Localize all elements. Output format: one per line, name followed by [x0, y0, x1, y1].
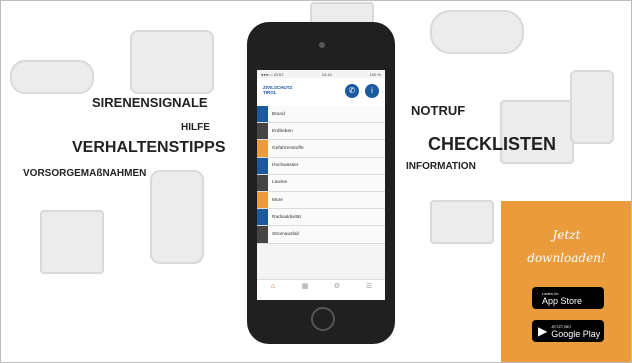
menu-item-label: Hochwasser — [272, 163, 299, 169]
menu-item[interactable]: Radioaktivität — [257, 209, 385, 227]
tab-bar: ⌂ ▦ ⚙ ☰ — [257, 279, 385, 300]
keyword-information: INFORMATION — [406, 161, 476, 172]
keyword-sirenensignale: SIRENENSIGNALE — [92, 95, 208, 110]
bg-shape — [570, 70, 614, 144]
menu-item-color-stripe — [257, 174, 268, 191]
menu-item-label: Radioaktivität — [272, 214, 301, 220]
tab-more[interactable]: ☰ — [353, 280, 385, 300]
menu-item-color-stripe — [257, 191, 268, 209]
tab-tools[interactable]: ⚙ — [321, 280, 353, 300]
download-promo: Jetzt downloaden! Laden im App Store ▶ J… — [501, 201, 632, 363]
keyword-vorsorgemassnahmen: VORSORGEMAßNAHMEN — [23, 168, 147, 179]
menu-item[interactable]: Gefahrenstoffe — [257, 140, 385, 158]
google-play-label: Google Play — [551, 328, 601, 339]
menu-item-color-stripe — [257, 209, 268, 226]
tab-stats[interactable]: ▦ — [289, 280, 321, 300]
more-icon: ☰ — [365, 283, 373, 290]
phone-mockup: ●●●○○ AT&T 10:44 100 % ZIVILSCHUTZ TIROL… — [247, 22, 395, 344]
status-time: 10:44 — [321, 71, 332, 77]
app-store-button[interactable]: Laden im App Store — [532, 287, 604, 309]
logo-line-2: TIROL — [263, 90, 277, 95]
tools-icon: ⚙ — [333, 283, 341, 290]
menu-item-color-stripe — [257, 226, 268, 243]
menu-item[interactable]: Mure — [257, 191, 385, 210]
menu-item[interactable]: Lawine — [257, 174, 385, 192]
google-play-button[interactable]: ▶ JETZT BEI Google Play — [532, 320, 604, 342]
home-icon: ⌂ — [270, 283, 276, 290]
menu-item-label: Brand — [272, 111, 285, 117]
bg-shape — [40, 210, 104, 274]
promo-line-2: downloaden! — [527, 251, 606, 265]
promo-line-1: Jetzt — [552, 228, 581, 242]
home-button[interactable] — [311, 307, 335, 331]
bg-shape — [430, 10, 524, 54]
chart-icon: ▦ — [301, 283, 309, 290]
menu-item[interactable]: Hochwasser — [257, 157, 385, 175]
app-store-label: App Store — [542, 295, 583, 306]
menu-item-color-stripe — [257, 140, 268, 157]
bg-shape — [10, 60, 94, 94]
menu-item-label: Mure — [272, 197, 283, 203]
bg-shape — [150, 170, 204, 264]
menu-item-label: Erdbeben — [272, 128, 293, 134]
app-header: ZIVILSCHUTZ TIROL ✆ i — [257, 78, 385, 106]
menu-item-color-stripe — [257, 106, 268, 123]
keyword-checklisten: CHECKLISTEN — [428, 134, 557, 154]
bg-shape — [130, 30, 214, 94]
app-screen: ●●●○○ AT&T 10:44 100 % ZIVILSCHUTZ TIROL… — [257, 70, 385, 300]
keyword-hilfe: HILFE — [181, 122, 210, 133]
tab-home[interactable]: ⌂ — [257, 280, 289, 300]
menu-item[interactable]: Stromausfall — [257, 226, 385, 244]
call-button[interactable]: ✆ — [345, 84, 359, 98]
menu-item[interactable]: Erdbeben — [257, 123, 385, 141]
menu-item[interactable]: Brand — [257, 106, 385, 124]
info-icon: i — [371, 86, 373, 95]
info-button[interactable]: i — [365, 84, 379, 98]
menu-item-label: Gefahrenstoffe — [272, 145, 304, 151]
play-icon: ▶ — [538, 324, 548, 338]
app-logo: ZIVILSCHUTZ TIROL — [263, 85, 292, 95]
keyword-notruf: NOTRUF — [411, 103, 466, 118]
menu-item-label: Lawine — [272, 180, 288, 186]
menu-item-color-stripe — [257, 157, 268, 174]
menu-item-color-stripe — [257, 123, 268, 140]
bg-shape — [430, 200, 494, 244]
phone-camera — [319, 42, 325, 48]
status-bar: ●●●○○ AT&T 10:44 100 % — [257, 70, 385, 78]
status-battery: 100 % — [369, 71, 381, 77]
hazard-menu-list: Brand Erdbeben Gefahrenstoffe Hochwasser Law… — [257, 106, 385, 244]
keyword-verhaltenstipps: VERHALTENSTIPPS — [72, 139, 226, 156]
menu-item-label: Stromausfall — [272, 231, 299, 237]
phone-icon: ✆ — [348, 86, 356, 95]
status-carrier: ●●●○○ AT&T — [261, 71, 284, 77]
